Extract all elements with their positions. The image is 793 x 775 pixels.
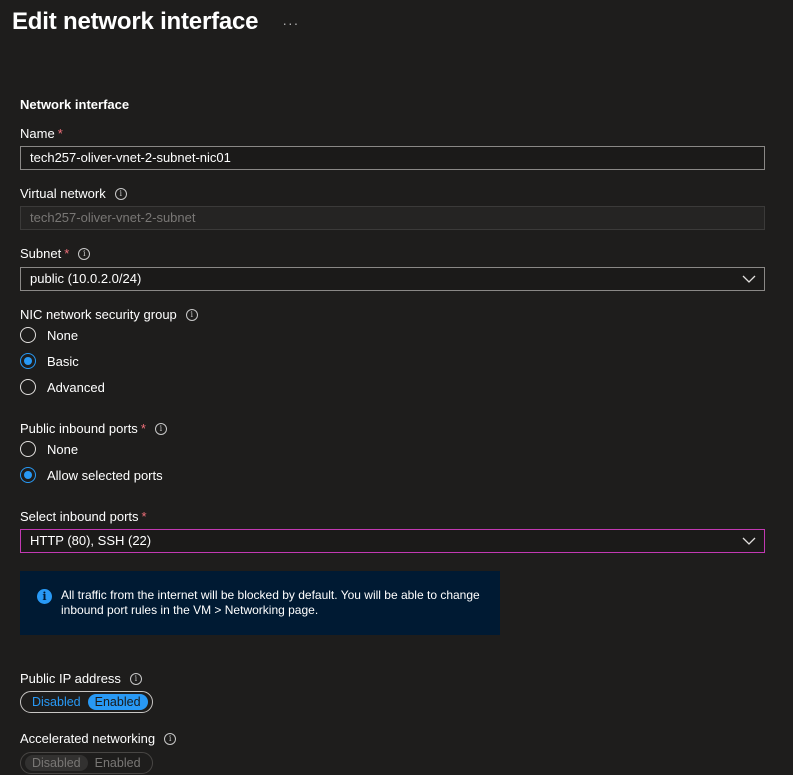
subnet-label-text: Subnet	[20, 246, 62, 261]
inbound-ports-option-allow[interactable]: Allow selected ports	[20, 467, 163, 483]
public-ip-toggle[interactable]: Disabled Enabled	[20, 691, 153, 713]
required-asterisk: *	[141, 509, 147, 524]
nsg-option-none[interactable]: None	[20, 327, 78, 343]
chevron-down-icon	[742, 275, 756, 283]
radio-button[interactable]	[20, 441, 36, 457]
info-icon[interactable]: i	[164, 732, 177, 745]
required-asterisk: *	[57, 126, 63, 141]
select-ports-label-text: Select inbound ports	[20, 509, 139, 524]
name-input[interactable]: tech257-oliver-vnet-2-subnet-nic01	[20, 146, 765, 170]
nsg-label: NIC network security group i	[20, 307, 198, 322]
inbound-ports-label-text: Public inbound ports	[20, 421, 138, 436]
info-icon[interactable]: i	[78, 247, 91, 260]
subnet-dropdown[interactable]: public (10.0.2.0/24)	[20, 267, 765, 291]
info-icon[interactable]: i	[114, 187, 127, 200]
nsg-option-label: None	[47, 327, 79, 343]
inbound-ports-option-none[interactable]: None	[20, 441, 78, 457]
info-icon[interactable]: i	[154, 422, 167, 435]
section-title: Network interface	[20, 97, 130, 112]
info-icon[interactable]: i	[129, 672, 142, 685]
info-filled-icon: i	[37, 589, 52, 604]
nsg-option-advanced[interactable]: Advanced	[20, 379, 105, 395]
name-label-text: Name	[20, 126, 55, 141]
radio-button[interactable]	[20, 327, 36, 343]
info-message-box: i All traffic from the internet will be …	[20, 571, 500, 635]
inbound-ports-option-label: None	[47, 441, 79, 457]
name-label: Name *	[20, 126, 63, 141]
inbound-ports-label: Public inbound ports * i	[20, 421, 167, 436]
public-ip-enabled-option[interactable]: Enabled	[87, 694, 148, 710]
info-message-text: All traffic from the internet will be bl…	[61, 588, 480, 617]
accelerated-networking-label-text: Accelerated networking	[20, 731, 156, 746]
radio-button[interactable]	[20, 379, 36, 395]
edit-network-interface-page: Edit network interface ··· Network inter…	[0, 0, 793, 775]
public-ip-label: Public IP address i	[20, 671, 142, 686]
virtual-network-input: tech257-oliver-vnet-2-subnet	[20, 206, 765, 230]
select-ports-dropdown[interactable]: HTTP (80), SSH (22)	[20, 529, 765, 553]
accelerated-networking-enabled-option: Enabled	[94, 756, 141, 770]
public-ip-label-text: Public IP address	[20, 671, 121, 686]
chevron-down-icon	[742, 537, 756, 545]
accelerated-networking-disabled-option: Disabled	[25, 755, 88, 771]
accelerated-networking-label: Accelerated networking i	[20, 731, 177, 746]
nsg-option-basic[interactable]: Basic	[20, 353, 79, 369]
page-title: Edit network interface	[12, 8, 259, 35]
virtual-network-label: Virtual network i	[20, 186, 127, 201]
info-icon[interactable]: i	[185, 308, 198, 321]
inbound-ports-option-label: Allow selected ports	[47, 467, 163, 483]
public-ip-disabled-option[interactable]: Disabled	[25, 694, 88, 710]
virtual-network-label-text: Virtual network	[20, 186, 106, 201]
more-options-icon[interactable]: ···	[282, 15, 299, 31]
radio-button-checked[interactable]	[20, 353, 36, 369]
nsg-label-text: NIC network security group	[20, 307, 177, 322]
subnet-selected-value: public (10.0.2.0/24)	[30, 271, 142, 286]
required-asterisk: *	[140, 421, 146, 436]
nsg-option-label: Advanced	[47, 379, 105, 395]
required-asterisk: *	[64, 246, 70, 261]
subnet-label: Subnet * i	[20, 246, 91, 261]
radio-button-checked[interactable]	[20, 467, 36, 483]
select-ports-label: Select inbound ports *	[20, 509, 147, 524]
select-ports-selected-value: HTTP (80), SSH (22)	[30, 533, 152, 548]
page-header: Edit network interface ···	[12, 8, 299, 36]
nsg-option-label: Basic	[47, 353, 79, 369]
accelerated-networking-toggle: Disabled Enabled	[20, 752, 153, 774]
